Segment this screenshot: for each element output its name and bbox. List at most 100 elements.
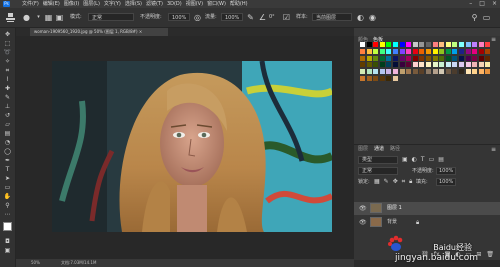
color-swatch[interactable] [366,55,372,61]
workspace-icon[interactable]: ▭ [482,13,491,22]
color-swatch[interactable] [478,48,484,54]
panel-menu-icon[interactable]: ≡ [491,36,496,44]
filter-shape-icon[interactable]: ▭ [429,156,435,164]
menu-filter[interactable]: 滤镜(T) [146,0,163,8]
color-swatch[interactable] [406,62,412,68]
canvas-image[interactable] [52,61,332,232]
color-swatch[interactable] [465,62,471,68]
color-swatch[interactable] [419,69,425,75]
color-swatch[interactable] [485,55,491,61]
flow-input[interactable]: 100% [221,13,243,21]
color-swatch[interactable] [478,69,484,75]
color-swatch[interactable] [406,69,412,75]
menu-3d[interactable]: 3D(D) [167,0,182,8]
search-icon[interactable]: ⚲ [470,13,479,22]
color-swatch[interactable] [465,55,471,61]
color-swatch[interactable] [439,69,445,75]
maximize-button[interactable]: □ [479,0,485,8]
color-swatch[interactable] [386,62,392,68]
lock-paint-icon[interactable]: ✎ [384,178,389,186]
color-swatch[interactable] [439,62,445,68]
color-swatch[interactable] [373,76,379,81]
clone-stamp-tool-icon[interactable] [5,12,16,23]
color-swatch[interactable] [445,62,451,68]
color-swatch[interactable] [459,69,464,75]
color-swatch[interactable] [432,69,438,75]
close-button[interactable]: × [492,0,497,8]
tab-channels[interactable]: 通道 [374,145,384,154]
color-swatch[interactable] [393,62,398,68]
color-swatch[interactable] [472,62,478,68]
pressure-opacity-icon[interactable]: ◎ [193,13,202,22]
color-swatch[interactable] [412,48,418,54]
color-swatch[interactable] [472,69,478,75]
color-swatch[interactable] [439,42,445,47]
angle-icon[interactable]: ∠ [258,13,267,22]
visibility-eye-icon[interactable]: 👁︎ [359,219,367,226]
color-swatch[interactable] [386,42,392,47]
eyedropper-tool-icon[interactable]: ⌇ [3,76,12,83]
layer-name[interactable]: 图层 1 [387,202,402,215]
brush-preset-icon[interactable]: ● [22,13,31,22]
type-tool-icon[interactable]: T [3,166,12,173]
color-swatch[interactable] [399,55,405,61]
aligned-checkbox-icon[interactable]: ☑ [282,13,291,22]
lasso-tool-icon[interactable]: ➰ [3,49,12,56]
lock-artboard-icon[interactable]: ⌗ [402,178,405,186]
menu-select[interactable]: 选择(S) [125,0,142,8]
color-swatch[interactable] [360,62,365,68]
blur-tool-icon[interactable]: ◔ [3,139,12,146]
document-tab[interactable]: woman-1909560_1920.jpg @ 50% (图层 1, RGB/… [30,28,168,36]
menu-view[interactable]: 视图(V) [186,0,203,8]
color-swatch[interactable] [360,42,365,47]
color-swatch[interactable] [419,55,425,61]
color-swatch[interactable] [366,69,372,75]
color-swatch[interactable] [412,62,418,68]
color-swatch[interactable] [373,69,379,75]
pen-tool-icon[interactable]: ✒ [3,157,12,164]
color-swatch[interactable] [373,62,379,68]
color-swatch[interactable] [452,48,458,54]
healing-brush-tool-icon[interactable]: ✚ [3,85,12,92]
lock-position-icon[interactable]: ✥ [393,178,398,186]
color-swatch[interactable] [485,42,491,47]
color-swatch[interactable] [412,55,418,61]
color-swatch[interactable] [412,42,418,47]
color-swatch[interactable] [379,48,385,54]
color-swatch[interactable] [360,69,365,75]
color-swatch[interactable] [399,42,405,47]
blend-mode-select[interactable]: 正常 [358,167,398,175]
menu-window[interactable]: 窗口(W) [207,0,226,8]
color-swatch[interactable] [360,76,365,81]
color-swatch[interactable] [393,48,398,54]
move-tool-icon[interactable]: ✥ [3,31,12,38]
color-swatch[interactable] [472,42,478,47]
color-swatch[interactable] [445,69,451,75]
color-swatch[interactable] [386,48,392,54]
menu-image[interactable]: 图像(I) [64,0,79,8]
tab-paths[interactable]: 路径 [390,145,400,154]
color-swatch[interactable] [426,55,431,61]
fill-input[interactable]: 100% [436,178,456,186]
color-swatch[interactable] [432,48,438,54]
color-swatch[interactable] [406,48,412,54]
color-swatch[interactable] [412,69,418,75]
color-swatch[interactable] [452,69,458,75]
color-swatch[interactable] [399,62,405,68]
color-swatch[interactable] [379,62,385,68]
color-swatch[interactable] [399,69,405,75]
quick-mask-icon[interactable]: ◘ [3,238,12,245]
color-swatch[interactable] [373,48,379,54]
clone-source-icon[interactable]: ▣ [55,13,64,22]
color-swatch[interactable] [465,48,471,54]
color-swatch[interactable] [459,42,464,47]
color-swatch[interactable] [386,55,392,61]
opacity-input[interactable]: 100% [168,13,190,21]
color-swatch[interactable] [426,48,431,54]
lock-pixels-icon[interactable]: ▦ [374,178,380,186]
angle-value[interactable]: 0° [269,8,275,27]
lock-all-icon[interactable]: 🔒︎ [409,178,412,186]
color-swatch[interactable] [432,42,438,47]
color-swatch[interactable] [426,62,431,68]
color-swatch[interactable] [393,76,398,81]
